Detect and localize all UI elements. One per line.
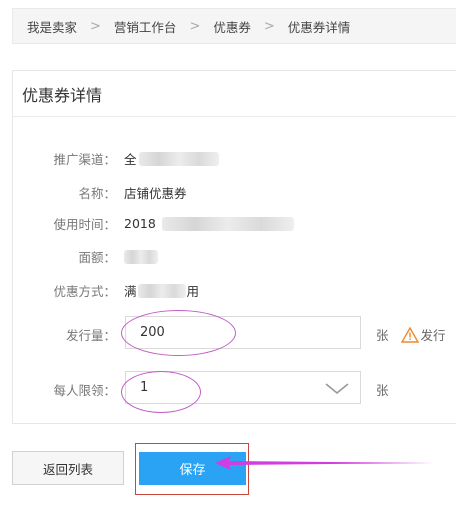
field-name: 名称： 店铺优惠券 xyxy=(13,183,187,202)
breadcrumb-item-current: 优惠券详情 xyxy=(287,19,351,35)
channel-value: 全 xyxy=(124,152,137,167)
panel-divider xyxy=(13,116,456,117)
limit-unit: 张 xyxy=(376,383,389,398)
breadcrumb: 我是卖家 > 营销工作台 > 优惠券 > 优惠券详情 xyxy=(12,8,456,44)
limit-select[interactable]: 1 xyxy=(125,371,361,404)
quantity-warning-text: 发行 xyxy=(420,328,446,343)
method-value-suffix: 用 xyxy=(186,284,200,299)
name-label: 名称： xyxy=(78,186,116,201)
quantity-input[interactable]: 200 xyxy=(125,316,361,349)
chevron-down-icon xyxy=(325,383,349,395)
redacted-area xyxy=(161,216,294,231)
amount-label: 面额： xyxy=(78,250,116,265)
time-label: 使用时间： xyxy=(53,217,116,232)
field-time: 使用时间： 2018 xyxy=(13,214,294,233)
limit-selected-value: 1 xyxy=(140,380,149,395)
quantity-unit: 张 xyxy=(376,328,389,343)
quantity-unit-row: 张 发行 xyxy=(376,325,446,344)
back-to-list-button[interactable]: 返回列表 xyxy=(12,451,124,485)
time-value: 2018 xyxy=(124,216,156,231)
chevron-right-icon: > xyxy=(90,18,101,34)
breadcrumb-item-seller[interactable]: 我是卖家 xyxy=(27,17,77,36)
warning-icon xyxy=(400,326,419,343)
panel-title: 优惠券详情 xyxy=(22,86,103,105)
redacted-area xyxy=(124,249,158,264)
chevron-right-icon: > xyxy=(263,18,275,34)
breadcrumb-item-marketing[interactable]: 营销工作台 xyxy=(114,17,177,36)
field-method: 优惠方式： 满 用 xyxy=(13,281,199,300)
breadcrumb-item-coupons[interactable]: 优惠券 xyxy=(213,17,251,36)
limit-unit-row: 张 xyxy=(376,380,389,399)
chevron-right-icon: > xyxy=(189,18,201,34)
quantity-label: 发行量： xyxy=(65,328,116,343)
field-channel: 推广渠道： 全 xyxy=(13,149,219,168)
redacted-area xyxy=(137,283,186,298)
name-value: 店铺优惠券 xyxy=(124,186,187,201)
method-value-prefix: 满 xyxy=(124,284,137,299)
method-label: 优惠方式： xyxy=(53,284,116,299)
redacted-area xyxy=(138,151,219,166)
field-limit: 每人限领： xyxy=(13,380,124,399)
field-quantity: 发行量： xyxy=(13,325,124,344)
field-amount: 面额： xyxy=(13,247,158,266)
channel-label: 推广渠道： xyxy=(53,152,116,167)
annotation-arrow-icon xyxy=(215,456,435,470)
limit-label: 每人限领： xyxy=(53,383,116,398)
